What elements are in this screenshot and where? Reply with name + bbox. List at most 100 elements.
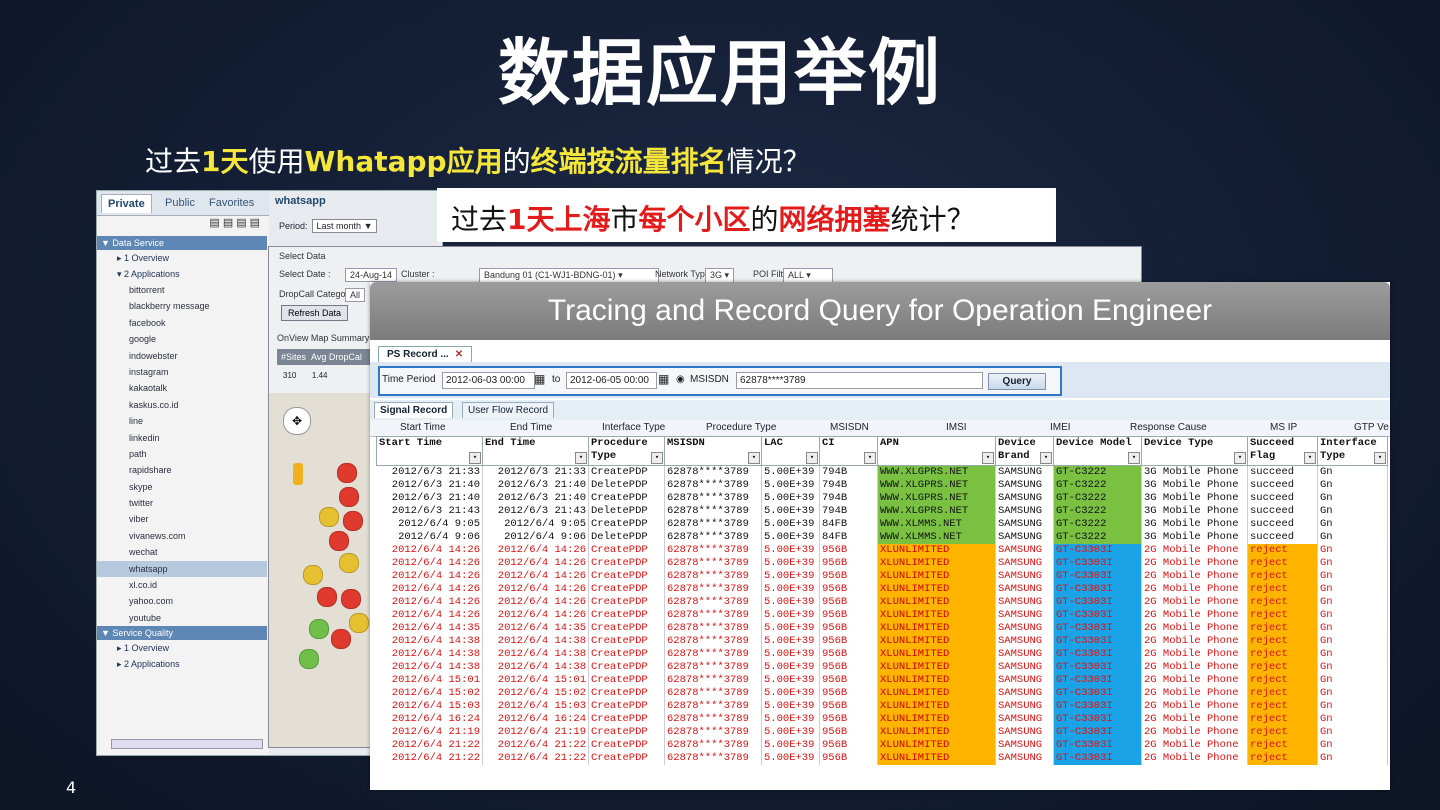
calendar-icon[interactable]: ▦	[534, 372, 545, 386]
column-filter-icon[interactable]: ▾	[748, 452, 760, 464]
column-filter-icon[interactable]: ▾	[469, 452, 481, 464]
column-filter-icon[interactable]: ▾	[575, 452, 587, 464]
app-list-item[interactable]: twitter	[97, 495, 267, 511]
site-marker[interactable]	[317, 587, 337, 607]
column-filter-icon[interactable]: ▾	[806, 452, 818, 464]
table-row[interactable]: 2012/6/4 14:26 2012/6/4 14:26 CreatePDP 628…	[376, 609, 1388, 622]
top-column-header[interactable]: MS IP	[1270, 422, 1297, 433]
site-marker[interactable]	[339, 553, 359, 573]
nav-section-data-service[interactable]: ▼ Data Service	[97, 236, 267, 250]
table-row[interactable]: 2012/6/4 14:26 2012/6/4 14:26 CreatePDP 628…	[376, 544, 1388, 557]
site-marker[interactable]	[349, 613, 369, 633]
street-view-icon[interactable]	[293, 463, 303, 485]
table-row[interactable]: 2012/6/4 14:38 2012/6/4 14:38 CreatePDP 628…	[376, 635, 1388, 648]
table-row[interactable]: 2012/6/4 14:35 2012/6/4 14:35 CreatePDP 628…	[376, 622, 1388, 635]
site-marker[interactable]	[337, 463, 357, 483]
tab-signal-record[interactable]: Signal Record	[374, 402, 454, 418]
map-pan-control[interactable]: ✥	[283, 407, 311, 435]
app-list-item[interactable]: yahoo.com	[97, 593, 267, 609]
tab-ps-record[interactable]: PS Record ... ✕	[378, 346, 473, 362]
period-selector[interactable]: Period: Last month ▼	[279, 219, 378, 233]
column-header[interactable]: Succeed Flag ▾	[1247, 436, 1318, 466]
app-list-item[interactable]: blackberry message	[97, 298, 267, 314]
app-list-item[interactable]: wechat	[97, 544, 267, 560]
table-row[interactable]: 2012/6/4 9:06 2012/6/4 9:06 DeletePDP 62878…	[376, 531, 1388, 544]
site-marker[interactable]	[341, 589, 361, 609]
top-column-header[interactable]: Procedure Type	[706, 422, 776, 433]
site-marker[interactable]	[309, 619, 329, 639]
site-marker[interactable]	[339, 487, 359, 507]
app-list-item[interactable]: vivanews.com	[97, 528, 267, 544]
table-row[interactable]: 2012/6/4 21:22 2012/6/4 21:22 CreatePDP 628…	[376, 739, 1388, 752]
radio-icon[interactable]: ◉	[676, 374, 685, 385]
top-column-header[interactable]: Start Time	[400, 422, 446, 433]
calendar-icon[interactable]: ▦	[658, 372, 669, 386]
site-marker[interactable]	[331, 629, 351, 649]
column-filter-icon[interactable]: ▾	[864, 452, 876, 464]
app-list-item[interactable]: path	[97, 446, 267, 462]
select-date-input[interactable]: 24-Aug-14	[345, 268, 398, 282]
column-header[interactable]: End Time ▾	[482, 436, 589, 466]
site-marker[interactable]	[343, 511, 363, 531]
table-row[interactable]: 2012/6/3 21:40 2012/6/3 21:40 DeletePDP 628…	[376, 479, 1388, 492]
close-icon[interactable]: ✕	[455, 349, 463, 360]
cluster-select[interactable]: Bandung 01 (C1-WJ1-BDNG-01) ▾	[479, 268, 659, 283]
dropcall-select[interactable]: All	[345, 288, 366, 302]
table-row[interactable]: 2012/6/3 21:40 2012/6/3 21:40 CreatePDP 628…	[376, 492, 1388, 505]
table-row[interactable]: 2012/6/4 21:19 2012/6/4 21:19 CreatePDP 628…	[376, 726, 1388, 739]
top-column-header[interactable]: IMEI	[1050, 422, 1071, 433]
horizontal-scrollbar[interactable]	[111, 739, 263, 749]
top-column-header[interactable]: GTP Ve	[1354, 422, 1389, 433]
table-row[interactable]: 2012/6/4 16:24 2012/6/4 16:24 CreatePDP 628…	[376, 713, 1388, 726]
column-header[interactable]: MSISDN ▾	[664, 436, 762, 466]
app-list-item[interactable]: line	[97, 413, 267, 429]
site-marker[interactable]	[299, 649, 319, 669]
app-list-item[interactable]: youtube	[97, 610, 267, 626]
top-column-header[interactable]: Interface Type	[602, 422, 665, 433]
time-from-input[interactable]: 2012-06-03 00:00	[442, 372, 535, 389]
column-header[interactable]: Start Time ▾	[376, 436, 483, 466]
period-dropdown[interactable]: Last month ▼	[311, 219, 378, 233]
table-row[interactable]: 2012/6/4 15:03 2012/6/4 15:03 CreatePDP 628…	[376, 700, 1388, 713]
tab-user-flow-record[interactable]: User Flow Record	[462, 402, 555, 418]
column-header[interactable]: LAC ▾	[761, 436, 820, 466]
network-type-select[interactable]: 3G ▾	[705, 268, 735, 283]
tab-favorites[interactable]: Favorites	[209, 197, 254, 209]
site-marker[interactable]	[303, 565, 323, 585]
table-row[interactable]: 2012/6/4 14:26 2012/6/4 14:26 CreatePDP 628…	[376, 596, 1388, 609]
app-list-item[interactable]: viber	[97, 511, 267, 527]
column-filter-icon[interactable]: ▾	[1304, 452, 1316, 464]
tab-private[interactable]: Private	[101, 194, 152, 213]
nav-section-service-quality[interactable]: ▼ Service Quality	[97, 626, 267, 641]
column-header[interactable]: Procedure Type ▾	[588, 436, 665, 466]
table-row[interactable]: 2012/6/3 21:43 2012/6/3 21:43 DeletePDP 628…	[376, 505, 1388, 518]
top-column-header[interactable]: IMSI	[946, 422, 967, 433]
tab-public[interactable]: Public	[165, 197, 195, 209]
app-list-item[interactable]: xl.co.id	[97, 577, 267, 593]
column-header[interactable]: CI ▾	[819, 436, 878, 466]
app-list-item[interactable]: linkedin	[97, 430, 267, 446]
table-row[interactable]: 2012/6/4 9:05 2012/6/4 9:05 CreatePDP 62878…	[376, 518, 1388, 531]
column-header[interactable]: Interface Type ▾	[1317, 436, 1388, 466]
app-list-item[interactable]: bittorrent	[97, 282, 267, 298]
app-list-item[interactable]: indowebster	[97, 348, 267, 364]
table-row[interactable]: 2012/6/4 21:22 2012/6/4 21:22 CreatePDP 628…	[376, 752, 1388, 765]
column-filter-icon[interactable]: ▾	[1374, 452, 1386, 464]
coverage-map[interactable]: ✥	[269, 393, 371, 747]
table-row[interactable]: 2012/6/4 14:38 2012/6/4 14:38 CreatePDP 628…	[376, 648, 1388, 661]
refresh-data-button[interactable]: Refresh Data	[281, 305, 349, 321]
app-list-item[interactable]: google	[97, 331, 267, 347]
table-row[interactable]: 2012/6/4 14:26 2012/6/4 14:26 CreatePDP 628…	[376, 583, 1388, 596]
column-filter-icon[interactable]: ▾	[651, 452, 663, 464]
table-row[interactable]: 2012/6/3 21:33 2012/6/3 21:33 CreatePDP 628…	[376, 465, 1388, 479]
column-filter-icon[interactable]: ▾	[982, 452, 994, 464]
top-column-header[interactable]: End Time	[510, 422, 552, 433]
table-row[interactable]: 2012/6/4 14:38 2012/6/4 14:38 CreatePDP 628…	[376, 661, 1388, 674]
time-to-input[interactable]: 2012-06-05 00:00	[566, 372, 657, 389]
app-list-item[interactable]: skype	[97, 479, 267, 495]
table-row[interactable]: 2012/6/4 14:26 2012/6/4 14:26 CreatePDP 628…	[376, 557, 1388, 570]
app-list-item[interactable]: whatsapp	[97, 560, 267, 578]
column-header[interactable]: APN ▾	[877, 436, 996, 466]
table-row[interactable]: 2012/6/4 15:01 2012/6/4 15:01 CreatePDP 628…	[376, 674, 1388, 687]
column-filter-icon[interactable]: ▾	[1040, 452, 1052, 464]
